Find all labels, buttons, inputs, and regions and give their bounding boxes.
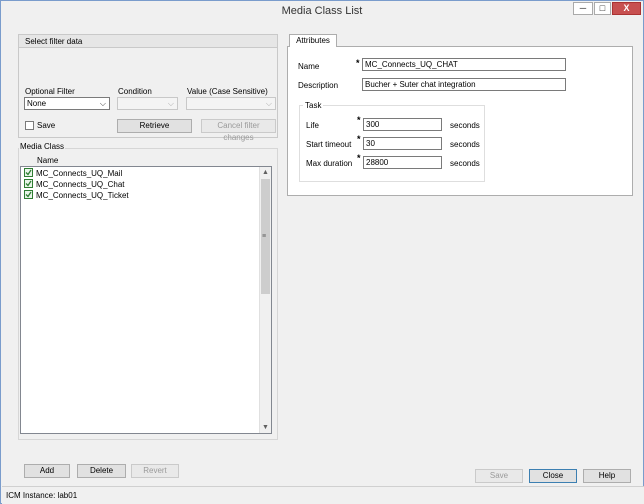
cancel-filter-changes-label: Cancel filter changes	[217, 121, 260, 142]
list-item-label: MC_Connects_UQ_Ticket	[36, 191, 129, 200]
delete-button-label: Delete	[89, 466, 114, 475]
life-input[interactable]: 300	[363, 118, 442, 131]
status-text: ICM Instance: lab01	[6, 491, 78, 500]
maximize-button[interactable]: □	[594, 2, 611, 15]
start-timeout-input[interactable]: 30	[363, 137, 442, 150]
name-required-marker: *	[356, 58, 360, 68]
name-input[interactable]: MC_Connects_UQ_CHAT	[362, 58, 566, 71]
condition-label: Condition	[118, 87, 152, 96]
tab-attributes[interactable]: Attributes	[289, 34, 337, 47]
revert-button-label: Revert	[143, 466, 167, 475]
chevron-down-icon: ⌵	[99, 99, 106, 108]
start-timeout-unit-label: seconds	[450, 140, 480, 149]
max-duration-required-marker: *	[357, 153, 361, 163]
chevron-down-icon: ⌵	[167, 99, 174, 108]
grip-icon: ≡	[262, 233, 267, 240]
title-bar[interactable]: Media Class List ─ □ X	[1, 1, 643, 21]
status-bar: ICM Instance: lab01	[2, 486, 644, 504]
help-button-label: Help	[598, 471, 616, 480]
revert-button[interactable]: Revert	[131, 464, 179, 478]
optional-filter-label: Optional Filter	[25, 87, 75, 96]
minimize-button[interactable]: ─	[573, 2, 593, 15]
media-class-check-icon	[24, 190, 33, 200]
list-item[interactable]: MC_Connects_UQ_Chat	[24, 179, 125, 190]
list-item[interactable]: MC_Connects_UQ_Mail	[24, 168, 123, 179]
start-timeout-required-marker: *	[357, 134, 361, 144]
list-scrollbar[interactable]: ▲ ≡ ▼	[259, 167, 271, 433]
media-class-check-icon	[24, 179, 33, 189]
condition-select[interactable]: ⌵	[117, 97, 178, 110]
help-button[interactable]: Help	[583, 469, 631, 483]
max-duration-label: Max duration	[306, 159, 353, 168]
life-required-marker: *	[357, 115, 361, 125]
close-button-label: Close	[542, 471, 564, 480]
optional-filter-select[interactable]: None ⌵	[24, 97, 110, 110]
task-group-title: Task	[303, 101, 324, 110]
scroll-up-arrow-icon[interactable]: ▲	[260, 167, 271, 178]
list-item[interactable]: MC_Connects_UQ_Ticket	[24, 190, 129, 201]
max-duration-input[interactable]: 28800	[363, 156, 442, 169]
description-label: Description	[298, 81, 339, 90]
media-class-check-icon	[24, 168, 33, 178]
delete-button[interactable]: Delete	[77, 464, 126, 478]
add-button[interactable]: Add	[24, 464, 70, 478]
save-button[interactable]: Save	[475, 469, 523, 483]
media-class-window: Media Class List ─ □ X Select filter dat…	[0, 0, 644, 504]
description-input[interactable]: Bucher + Suter chat integration	[362, 78, 566, 91]
media-class-list[interactable]: MC_Connects_UQ_Mail MC_Connects_UQ_Chat …	[20, 166, 272, 434]
life-unit-label: seconds	[450, 121, 480, 130]
max-duration-unit-label: seconds	[450, 159, 480, 168]
retrieve-button[interactable]: Retrieve	[117, 119, 192, 133]
life-label: Life	[306, 121, 319, 130]
list-item-label: MC_Connects_UQ_Mail	[36, 169, 123, 178]
close-window-button[interactable]: X	[612, 2, 641, 15]
save-filter-checkbox[interactable]	[25, 121, 34, 130]
list-item-label: MC_Connects_UQ_Chat	[36, 180, 125, 189]
chevron-down-icon: ⌵	[265, 99, 272, 108]
scroll-down-arrow-icon[interactable]: ▼	[260, 422, 271, 433]
save-button-label: Save	[489, 471, 509, 480]
filter-section-title: Select filter data	[25, 37, 83, 46]
close-button[interactable]: Close	[529, 469, 577, 483]
add-button-label: Add	[39, 466, 55, 475]
window-title: Media Class List	[281, 5, 363, 17]
start-timeout-label: Start timeout	[306, 140, 352, 149]
cancel-filter-changes-button[interactable]: Cancel filter changes	[201, 119, 276, 142]
value-select[interactable]: ⌵	[186, 97, 276, 110]
media-class-section-title: Media Class	[19, 142, 66, 151]
name-label: Name	[298, 62, 320, 71]
save-filter-label: Save	[37, 121, 56, 130]
value-label: Value (Case Sensitive)	[187, 87, 268, 96]
column-header-name[interactable]: Name	[37, 156, 58, 165]
optional-filter-value: None	[27, 99, 47, 108]
retrieve-button-label: Retrieve	[139, 121, 170, 130]
